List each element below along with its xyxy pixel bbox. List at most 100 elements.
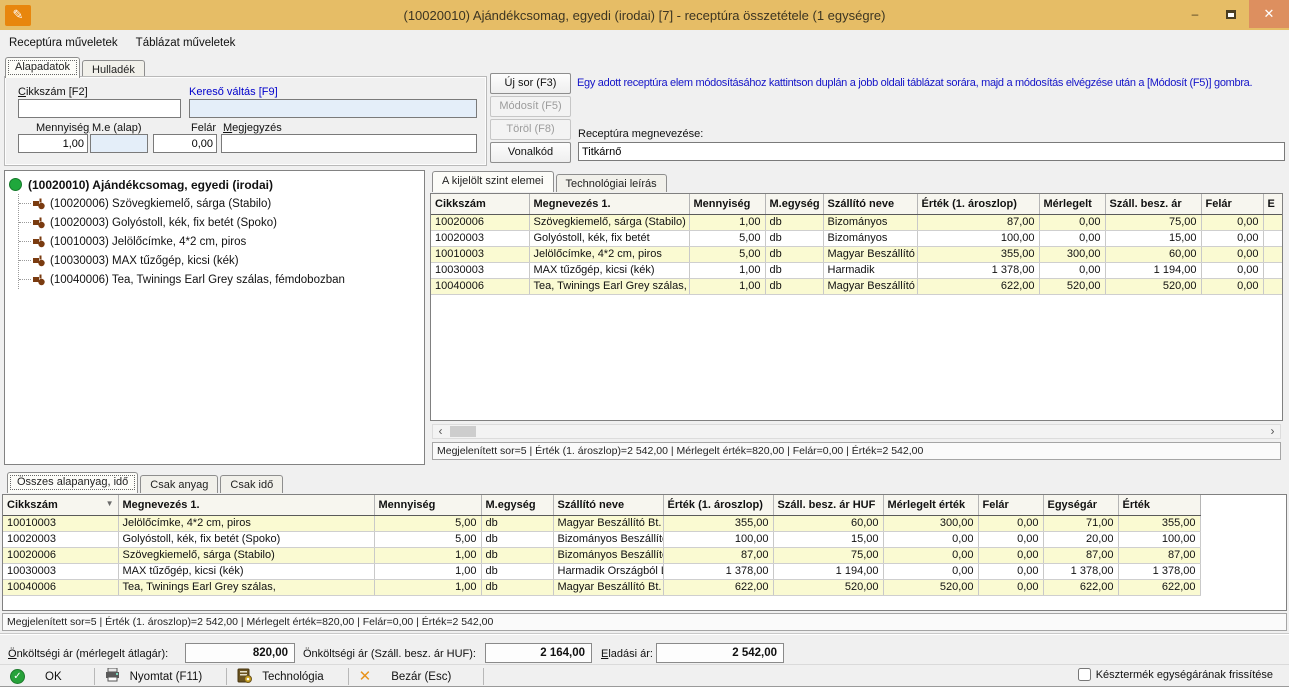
ok-button[interactable]: ✓ OK	[0, 666, 94, 687]
tab-technologiai-leiras[interactable]: Technológiai leírás	[556, 174, 667, 192]
column-header[interactable]: Érték (1. ároszlop)	[917, 194, 1039, 214]
table-cell[interactable]: 100,00	[917, 230, 1039, 246]
table-cell[interactable]: 10020003	[3, 531, 118, 547]
technology-button[interactable]: Technológia	[227, 666, 347, 687]
maximize-button[interactable]	[1213, 0, 1249, 28]
table-cell[interactable]: 355,00	[663, 515, 773, 531]
table-cell[interactable]: 0,00	[1201, 262, 1263, 278]
column-header[interactable]: Megnevezés 1.	[118, 495, 374, 515]
column-header[interactable]: Szállító neve	[823, 194, 917, 214]
table-cell[interactable]: 0,00	[1201, 278, 1263, 294]
table-cell[interactable]: 10020006	[431, 214, 529, 230]
tab-kijelolt-szint-elemei[interactable]: A kijelölt szint elemei	[432, 171, 554, 192]
table-cell[interactable]: 1 194,00	[1105, 262, 1201, 278]
table-cell[interactable]: 5,00	[689, 230, 765, 246]
table-cell[interactable]: 0,00	[978, 579, 1043, 595]
table-cell[interactable]: 10040006	[3, 579, 118, 595]
table-cell[interactable]: 15,00	[773, 531, 883, 547]
tab-csak-anyag[interactable]: Csak anyag	[140, 475, 218, 493]
column-header[interactable]: Cikkszám▼	[3, 495, 118, 515]
menu-item-receptura-muveletek[interactable]: Receptúra műveletek	[0, 33, 127, 53]
table-cell[interactable]: Magyar Beszállító Bt.	[553, 515, 663, 531]
tree-item[interactable]: (10010003) Jelölőcímke, 4*2 cm, piros	[19, 232, 422, 251]
scroll-left-icon[interactable]: ‹	[433, 425, 448, 438]
table-row[interactable]: 10020003Golyóstoll, kék, fix betét (Spok…	[3, 531, 1200, 547]
table-cell[interactable]: 10030003	[3, 563, 118, 579]
column-header[interactable]: Mérlegelt érték	[883, 495, 978, 515]
horizontal-scrollbar[interactable]: ‹ ›	[432, 424, 1281, 439]
table-cell[interactable]: 520,00	[1039, 278, 1105, 294]
table-cell[interactable]: 5,00	[689, 246, 765, 262]
table-cell[interactable]	[1263, 214, 1283, 230]
column-header[interactable]: Cikkszám	[431, 194, 529, 214]
close-dialog-button[interactable]: ✕ Bezár (Esc)	[349, 666, 484, 687]
table-cell[interactable]: 0,00	[883, 563, 978, 579]
table-cell[interactable]: Magyar Beszállító Bt.	[553, 579, 663, 595]
print-button[interactable]: Nyomtat (F11)	[95, 666, 227, 687]
table-cell[interactable]: 1 378,00	[917, 262, 1039, 278]
table-row[interactable]: 10040006Tea, Twinings Earl Grey szálas,1…	[431, 278, 1283, 294]
table-row[interactable]: 10010003Jelölőcímke, 4*2 cm, piros5,00db…	[431, 246, 1283, 262]
table-row[interactable]: 10020006Szövegkiemelő, sárga (Stabilo)1,…	[3, 547, 1200, 563]
table-cell[interactable]: db	[481, 547, 553, 563]
table-cell[interactable]: 0,00	[978, 515, 1043, 531]
table-cell[interactable]: 87,00	[663, 547, 773, 563]
table-cell[interactable]: Szövegkiemelő, sárga (Stabilo)	[118, 547, 374, 563]
table-cell[interactable]: 87,00	[1118, 547, 1200, 563]
table-cell[interactable]: 10030003	[431, 262, 529, 278]
table-cell[interactable]: 75,00	[773, 547, 883, 563]
megjegyzes-input[interactable]	[221, 134, 477, 153]
table-cell[interactable]: db	[765, 278, 823, 294]
table-cell[interactable]: 60,00	[773, 515, 883, 531]
table-cell[interactable]: 10010003	[431, 246, 529, 262]
table-cell[interactable]: 10020003	[431, 230, 529, 246]
table-cell[interactable]: 1 378,00	[1118, 563, 1200, 579]
table-cell[interactable]: 1,00	[374, 547, 481, 563]
close-button[interactable]: ✕	[1249, 0, 1289, 28]
mennyiseg-input[interactable]	[18, 134, 88, 153]
table-cell[interactable]: Jelölőcímke, 4*2 cm, piros	[529, 246, 689, 262]
table-cell[interactable]: 622,00	[917, 278, 1039, 294]
kereso-valtas-label[interactable]: Kereső váltás [F9]	[189, 86, 278, 98]
column-header[interactable]: E	[1263, 194, 1283, 214]
delete-button[interactable]: Töröl (F8)	[490, 119, 571, 140]
table-cell[interactable]: Harmadik	[823, 262, 917, 278]
table-cell[interactable]: Harmadik Országból Llc.	[553, 563, 663, 579]
table-cell[interactable]: 1,00	[689, 262, 765, 278]
table-row[interactable]: 10020006Szövegkiemelő, sárga (Stabilo)1,…	[431, 214, 1283, 230]
table-cell[interactable]: 300,00	[1039, 246, 1105, 262]
scroll-right-icon[interactable]: ›	[1265, 425, 1280, 438]
table-cell[interactable]: Szövegkiemelő, sárga (Stabilo)	[529, 214, 689, 230]
table-cell[interactable]: db	[765, 246, 823, 262]
table-row[interactable]: 10030003MAX tűzőgép, kicsi (kék)1,00dbHa…	[3, 563, 1200, 579]
table-cell[interactable]: 0,00	[1201, 246, 1263, 262]
table-cell[interactable]: 0,00	[1039, 230, 1105, 246]
table-cell[interactable]: 1 378,00	[663, 563, 773, 579]
column-header[interactable]: Egységár	[1043, 495, 1118, 515]
column-header[interactable]: Érték	[1118, 495, 1200, 515]
table-cell[interactable]: 10010003	[3, 515, 118, 531]
table-cell[interactable]: Magyar Beszállító	[823, 246, 917, 262]
table-cell[interactable]: 0,00	[883, 531, 978, 547]
table-row[interactable]: 10020003Golyóstoll, kék, fix betét5,00db…	[431, 230, 1283, 246]
table-cell[interactable]: Bizományos	[823, 214, 917, 230]
table-cell[interactable]: 520,00	[1105, 278, 1201, 294]
table-cell[interactable]: 622,00	[1118, 579, 1200, 595]
tab-csak-ido[interactable]: Csak idő	[220, 475, 283, 493]
table-cell[interactable]: 5,00	[374, 515, 481, 531]
table-cell[interactable]: 0,00	[1201, 230, 1263, 246]
column-header[interactable]: Felár	[1201, 194, 1263, 214]
table-cell[interactable]: db	[481, 579, 553, 595]
column-header[interactable]: Száll. besz. ár HUF	[773, 495, 883, 515]
column-header[interactable]: Felár	[978, 495, 1043, 515]
table-cell[interactable]: Golyóstoll, kék, fix betét	[529, 230, 689, 246]
table-cell[interactable]: Bizományos Beszállító Bt.	[553, 531, 663, 547]
table-cell[interactable]: 5,00	[374, 531, 481, 547]
table-cell[interactable]: 0,00	[883, 547, 978, 563]
table-cell[interactable]: 520,00	[773, 579, 883, 595]
column-header[interactable]: Megnevezés 1.	[529, 194, 689, 214]
table-cell[interactable]: 1,00	[374, 563, 481, 579]
table-cell[interactable]: 100,00	[663, 531, 773, 547]
menu-item-tablazat-muveletek[interactable]: Táblázat műveletek	[127, 33, 245, 53]
table-cell[interactable]: 1,00	[689, 278, 765, 294]
